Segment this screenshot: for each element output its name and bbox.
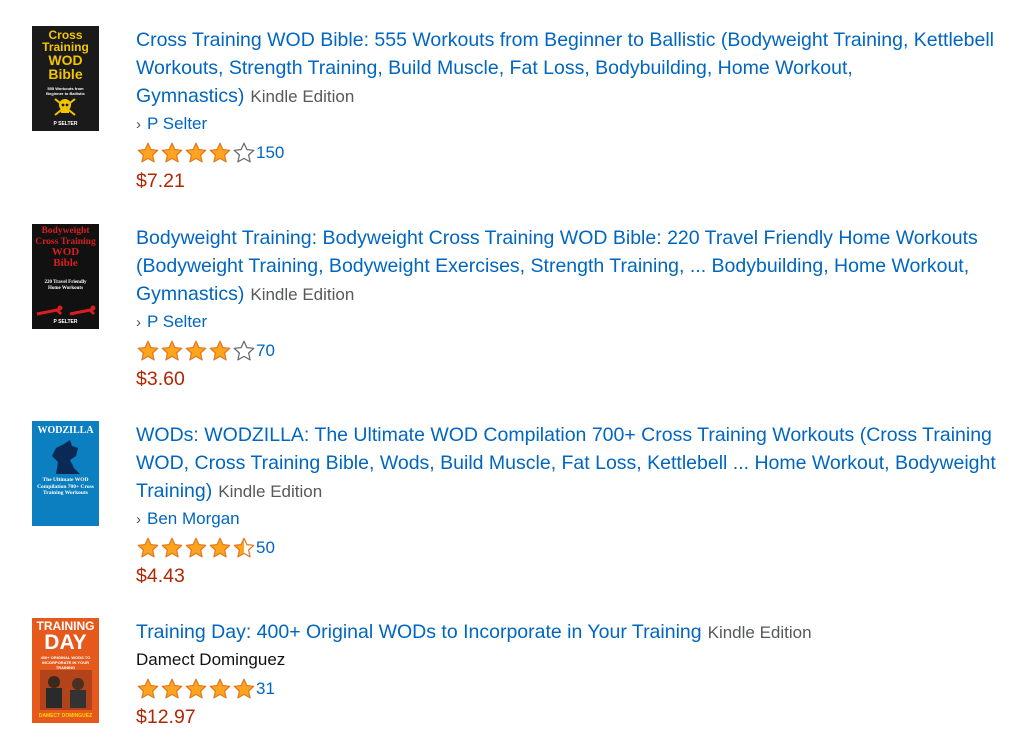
author-link[interactable]: P Selter [147,312,207,331]
review-count-link[interactable]: 31 [256,679,275,699]
author-row: Damect Dominguez [136,646,996,674]
book-cover-image[interactable]: Bodyweight Cross Training WOD Bible 220 … [32,224,99,329]
star-full-icon [161,142,183,162]
star-full-icon [137,678,159,698]
pushup-figure-icon [36,305,96,316]
price: $12.97 [136,706,196,728]
result-title-block: Cross Training WOD Bible: 555 Workouts f… [136,26,996,110]
star-empty-icon [233,340,255,360]
monster-icon [52,440,80,474]
cover-title-line: Bodyweight [41,226,90,236]
result-title-block: Bodyweight Training: Bodyweight Cross Tr… [136,224,996,308]
result-format: Kindle Edition [707,623,812,642]
cover-title-line: Bible [53,256,78,269]
cover-subtitle: The Ultimate WOD Compilation 700+ Cross … [37,477,94,496]
book-cover-image[interactable]: WODZILLA The Ultimate WOD Compilation 70… [32,421,99,526]
result-format: Kindle Edition [250,285,355,304]
star-rating[interactable] [136,536,256,560]
star-full-icon [185,142,207,162]
star-rating[interactable] [136,677,256,701]
result-format: Kindle Edition [218,482,323,501]
rating-row: 31 [136,674,996,703]
star-full-icon [161,340,183,360]
price: $7.21 [136,170,185,192]
star-rating[interactable] [136,141,256,165]
cover-subtitle: 220 Travel Friendly Home Workouts [44,280,87,291]
author-link[interactable]: P Selter [147,114,207,133]
author-row: › P Selter [136,308,996,336]
cover-title-line: WOD [51,246,80,258]
chevron-right-icon: › [136,314,141,331]
star-full-icon [185,678,207,698]
star-full-icon [209,678,231,698]
author-link[interactable]: Ben Morgan [147,509,240,528]
star-full-icon [209,340,231,360]
cover-title-line: DAY [44,631,87,654]
star-rating[interactable] [136,339,256,363]
star-full-icon [137,537,159,557]
star-full-icon [209,142,231,162]
author-row: › Ben Morgan [136,505,996,533]
chevron-right-icon: › [136,511,141,528]
cover-author: P SELTER [53,319,78,325]
star-full-icon [185,537,207,557]
cover-title-line: WOD [48,52,83,68]
rating-row: 70 [136,336,996,365]
result-title-block: WODs: WODZILLA: The Ultimate WOD Compila… [136,421,996,505]
cover-author: P SELTER [53,121,78,127]
star-full-icon [161,678,183,698]
book-cover-image[interactable]: Cross Training WOD Bible 555 Workouts fr… [32,26,99,131]
cover-title-line: WODZILLA [37,425,94,436]
skull-icon [54,98,76,116]
review-count-link[interactable]: 70 [256,341,275,361]
star-full-icon [233,678,255,698]
result-title-block: Training Day: 400+ Original WODs to Inco… [136,618,996,646]
star-full-icon [209,537,231,557]
chevron-right-icon: › [136,116,141,133]
cover-subtitle: 400+ ORIGINAL WODS TO INCORPORATE IN YOU… [40,655,91,670]
author-row: › P Selter [136,110,996,138]
star-full-icon [185,340,207,360]
result-title-link[interactable]: Training Day: 400+ Original WODs to Inco… [136,621,702,643]
price: $4.43 [136,565,185,587]
cover-subtitle: 555 Workouts from Beginner to Ballistic [46,86,85,96]
book-cover-image[interactable]: TRAINING DAY 400+ ORIGINAL WODS TO INCOR… [32,618,99,723]
star-full-icon [137,340,159,360]
review-count-link[interactable]: 150 [256,143,284,163]
rating-row: 50 [136,533,996,562]
cover-author: DAMECT DOMINGUEZ [38,713,93,719]
star-half-icon [233,537,255,557]
author-name: Damect Dominguez [136,650,286,669]
price: $3.60 [136,368,185,390]
review-count-link[interactable]: 50 [256,538,275,558]
athletes-photo-icon [40,670,92,710]
result-format: Kindle Edition [250,87,355,106]
star-empty-icon [233,142,255,162]
rating-row: 150 [136,138,996,167]
star-full-icon [137,142,159,162]
cover-title-line: Bible [48,66,83,82]
star-full-icon [161,537,183,557]
